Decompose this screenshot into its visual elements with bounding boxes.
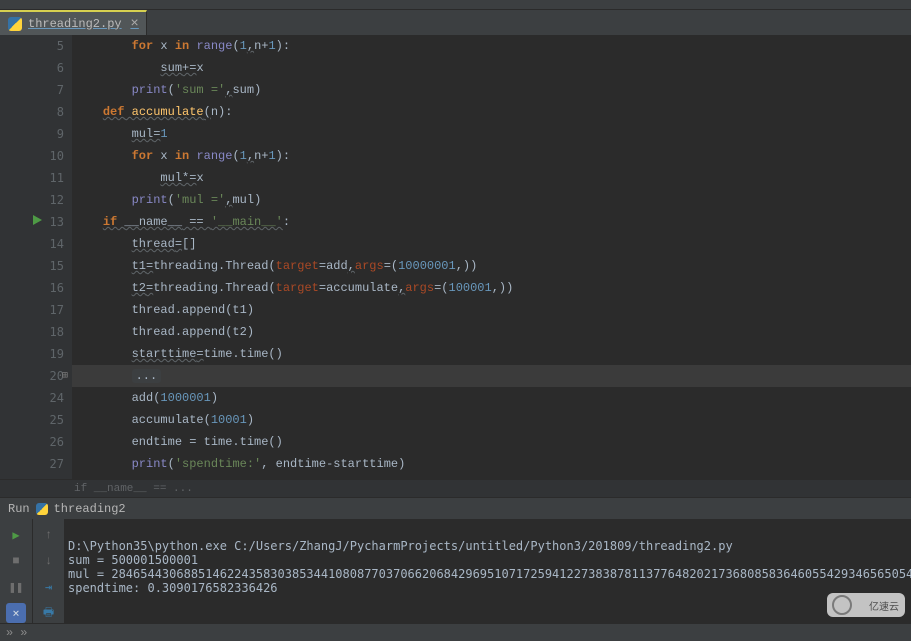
line-number: 6: [0, 57, 72, 79]
code-line-folded[interactable]: ...: [72, 365, 911, 387]
code-content[interactable]: for x in range(1,n+1): sum+=x print('sum…: [72, 35, 911, 479]
code-line[interactable]: accumulate(10001): [72, 409, 911, 431]
code-line[interactable]: starttime=time.time(): [72, 343, 911, 365]
run-console: ▶ ■ ❚❚ ⨯ ↑ ↓ ⇥ 🖶 D:\Python35\python.exe …: [0, 519, 911, 623]
code-line[interactable]: mul=1: [72, 123, 911, 145]
code-editor[interactable]: 5 6 7 8 9 10 11 12 13 14 15 16 17 18 19 …: [0, 35, 911, 479]
code-line[interactable]: mul*=x: [72, 167, 911, 189]
code-line[interactable]: def accumulate(n):: [72, 101, 911, 123]
breadcrumb[interactable]: if __name__ == ...: [0, 479, 911, 497]
tab-label: threading2.py: [28, 17, 122, 31]
breadcrumb-text: if __name__ == ...: [74, 483, 193, 495]
line-number: 25: [0, 409, 72, 431]
line-number: 12: [0, 189, 72, 211]
console-toolbar-left: ▶ ■ ❚❚ ⨯: [0, 519, 32, 623]
run-config-name: threading2: [54, 502, 126, 516]
line-number: 15: [0, 255, 72, 277]
code-line[interactable]: thread.append(t1): [72, 299, 911, 321]
close-button[interactable]: ⨯: [6, 603, 26, 623]
console-line: mul = 2846544306885146224358303853441080…: [68, 567, 911, 581]
line-number: 10: [0, 145, 72, 167]
code-line[interactable]: print('sum =',sum): [72, 79, 911, 101]
rerun-button[interactable]: ▶: [6, 525, 26, 545]
scroll-down-icon[interactable]: ↓: [39, 551, 59, 571]
code-line[interactable]: for x in range(1,n+1):: [72, 35, 911, 57]
line-number: 11: [0, 167, 72, 189]
fold-expand-icon[interactable]: ⊞: [59, 371, 68, 380]
soft-wrap-icon[interactable]: ⇥: [39, 577, 59, 597]
code-line[interactable]: t2=threading.Thread(target=accumulate,ar…: [72, 277, 911, 299]
code-line[interactable]: endtime = time.time(): [72, 431, 911, 453]
pause-button[interactable]: ❚❚: [6, 577, 26, 597]
code-line[interactable]: thread=[]: [72, 233, 911, 255]
python-file-icon: [8, 17, 22, 31]
console-line: D:\Python35\python.exe C:/Users/ZhangJ/P…: [68, 539, 733, 553]
editor-tab-bar: threading2.py: [0, 10, 911, 35]
status-bar: » »: [0, 623, 911, 641]
code-line[interactable]: add(1000001): [72, 387, 911, 409]
run-toolwindow-header[interactable]: Run threading2: [0, 497, 911, 519]
line-number: 27: [0, 453, 72, 475]
console-line: sum = 500001500001: [68, 553, 198, 567]
code-line[interactable]: print('mul =',mul): [72, 189, 911, 211]
code-line[interactable]: print('spendtime:', endtime-starttime): [72, 453, 911, 475]
folded-region[interactable]: ...: [132, 369, 162, 383]
line-number: 24: [0, 387, 72, 409]
code-line[interactable]: t1=threading.Thread(target=add,args=(100…: [72, 255, 911, 277]
run-gutter-icon[interactable]: [33, 215, 42, 225]
chevron-right-icon[interactable]: »: [6, 626, 10, 640]
console-line: spendtime: 0.3090176582336426: [68, 581, 278, 595]
line-number: 18: [0, 321, 72, 343]
line-number: 14: [0, 233, 72, 255]
code-line[interactable]: sum+=x: [72, 57, 911, 79]
gutter: 5 6 7 8 9 10 11 12 13 14 15 16 17 18 19 …: [0, 35, 72, 479]
watermark-logo: 亿速云: [827, 593, 905, 617]
line-number: 16: [0, 277, 72, 299]
scroll-up-icon[interactable]: ↑: [39, 525, 59, 545]
console-toolbar-right: ↑ ↓ ⇥ 🖶: [32, 519, 64, 623]
console-output[interactable]: D:\Python35\python.exe C:/Users/ZhangJ/P…: [64, 519, 911, 623]
python-file-icon: [36, 503, 48, 515]
menu-bar: [0, 0, 911, 10]
line-number: 26: [0, 431, 72, 453]
run-label: Run: [8, 502, 30, 516]
code-line[interactable]: if __name__ == '__main__':: [72, 211, 911, 233]
line-number: 17: [0, 299, 72, 321]
line-number: 13: [0, 211, 72, 233]
stop-button[interactable]: ■: [6, 551, 26, 571]
close-icon[interactable]: [128, 17, 142, 31]
code-line[interactable]: for x in range(1,n+1):: [72, 145, 911, 167]
line-number: 19: [0, 343, 72, 365]
code-line[interactable]: thread.append(t2): [72, 321, 911, 343]
line-number: 9: [0, 123, 72, 145]
line-number: 5: [0, 35, 72, 57]
print-icon[interactable]: 🖶: [39, 603, 59, 623]
line-number: ⊞20: [0, 365, 72, 387]
tab-threading2[interactable]: threading2.py: [0, 10, 147, 35]
line-number: 8: [0, 101, 72, 123]
chevron-right-icon[interactable]: »: [20, 626, 24, 640]
line-number: 7: [0, 79, 72, 101]
